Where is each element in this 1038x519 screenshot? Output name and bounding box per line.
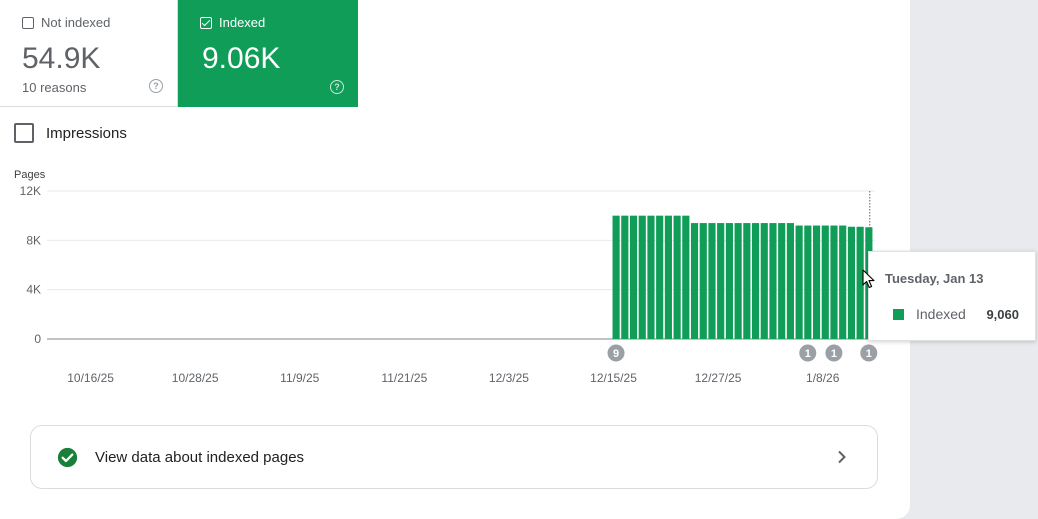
chart-bar xyxy=(786,223,794,339)
y-tick-label: 12K xyxy=(20,184,41,198)
chart-bar xyxy=(638,215,646,339)
chart-bar xyxy=(804,225,812,339)
chart-bar xyxy=(778,223,786,339)
chart-bar xyxy=(795,225,803,339)
view-indexed-pages-label: View data about indexed pages xyxy=(95,448,305,466)
annotation-marker: 1 xyxy=(860,344,878,362)
annotation-label: 9 xyxy=(613,348,619,360)
chart-bar xyxy=(621,215,629,339)
indexed-label: Indexed xyxy=(219,15,266,30)
x-tick-label: 12/3/25 xyxy=(489,371,529,385)
annotation-label: 1 xyxy=(831,348,837,360)
y-tick-label: 0 xyxy=(34,332,41,346)
chart-bar xyxy=(847,226,855,339)
chart-bar xyxy=(673,215,681,339)
y-tick-label: 4K xyxy=(26,283,41,297)
view-indexed-pages-button[interactable]: View data about indexed pages xyxy=(30,425,878,489)
tooltip-series-name: Indexed xyxy=(916,306,966,322)
chart-bar xyxy=(751,223,760,339)
x-tick-label: 12/27/25 xyxy=(695,371,742,385)
chart-bar xyxy=(812,225,821,339)
tooltip-value: 9,060 xyxy=(986,306,1019,322)
x-tick-label: 10/16/25 xyxy=(67,371,114,385)
chart-bar xyxy=(830,225,838,339)
not-indexed-toggle[interactable]: Not indexed xyxy=(22,15,110,30)
help-circle-icon[interactable]: ? xyxy=(149,79,163,93)
annotation-label: 1 xyxy=(866,348,872,360)
check-circle-icon xyxy=(57,447,78,467)
chart-bar xyxy=(656,215,664,339)
mouse-pointer-icon xyxy=(862,269,875,289)
chart-bar xyxy=(717,223,725,339)
chart-bar xyxy=(769,223,777,339)
indexed-toggle[interactable]: Indexed xyxy=(200,15,265,30)
annotation-marker: 1 xyxy=(799,344,817,362)
annotation-marker: 9 xyxy=(607,344,625,362)
indexed-checkbox[interactable] xyxy=(200,16,212,29)
chart-bar xyxy=(612,215,620,339)
x-tick-label: 11/9/25 xyxy=(280,371,319,385)
help-circle-icon[interactable]: ? xyxy=(330,80,344,94)
x-tick-label: 1/8/26 xyxy=(806,371,840,385)
x-tick-label: 11/21/25 xyxy=(381,371,427,385)
chart-bar xyxy=(682,215,690,339)
not-indexed-value: 54.9K xyxy=(22,42,101,75)
tooltip-swatch xyxy=(893,308,904,320)
metric-not-indexed[interactable]: Not indexed 54.9K 10 reasons ? xyxy=(0,0,178,107)
impressions-toggle[interactable]: Impressions xyxy=(14,123,127,143)
chevron-right-icon xyxy=(838,450,846,464)
x-tick-label: 10/28/25 xyxy=(172,371,219,385)
chart-bar xyxy=(839,225,847,339)
not-indexed-reasons: 10 reasons xyxy=(22,80,87,95)
tooltip-date: Tuesday, Jan 13 xyxy=(885,271,984,286)
chart-bar xyxy=(821,225,829,339)
y-axis-label: Pages xyxy=(14,169,46,181)
not-indexed-label: Not indexed xyxy=(41,15,111,30)
annotation-marker: 1 xyxy=(825,344,843,362)
chart-tooltip: Tuesday, Jan 13 Indexed 9,060 xyxy=(868,251,1036,341)
chart-bar xyxy=(647,215,655,339)
indexed-value: 9.06K xyxy=(202,42,281,75)
chart-bar xyxy=(690,223,699,339)
indexing-report-card: Not indexed 54.9K 10 reasons ? Indexed 9… xyxy=(0,0,910,519)
impressions-checkbox[interactable] xyxy=(14,123,34,143)
annotation-label: 1 xyxy=(805,348,811,360)
y-tick-label: 8K xyxy=(26,233,41,247)
chart-bar xyxy=(699,223,707,339)
tooltip-row: Indexed 9,060 xyxy=(893,306,1019,322)
chart-bar xyxy=(629,215,638,339)
chart-bar xyxy=(708,223,716,339)
chart-bar xyxy=(760,223,768,339)
chart-bar xyxy=(743,223,751,339)
chart-bar xyxy=(664,215,672,339)
chart-bar xyxy=(725,223,733,339)
metric-indexed[interactable]: Indexed 9.06K ? xyxy=(178,0,358,107)
indexed-pages-chart: Pages 04K8K12K10/16/25 10/28/25 11/9/25 11/… xyxy=(14,169,878,385)
chart-bar xyxy=(734,223,742,339)
x-tick-label: 12/15/25 xyxy=(590,371,637,385)
impressions-label: Impressions xyxy=(46,124,127,142)
not-indexed-checkbox[interactable] xyxy=(22,16,34,29)
